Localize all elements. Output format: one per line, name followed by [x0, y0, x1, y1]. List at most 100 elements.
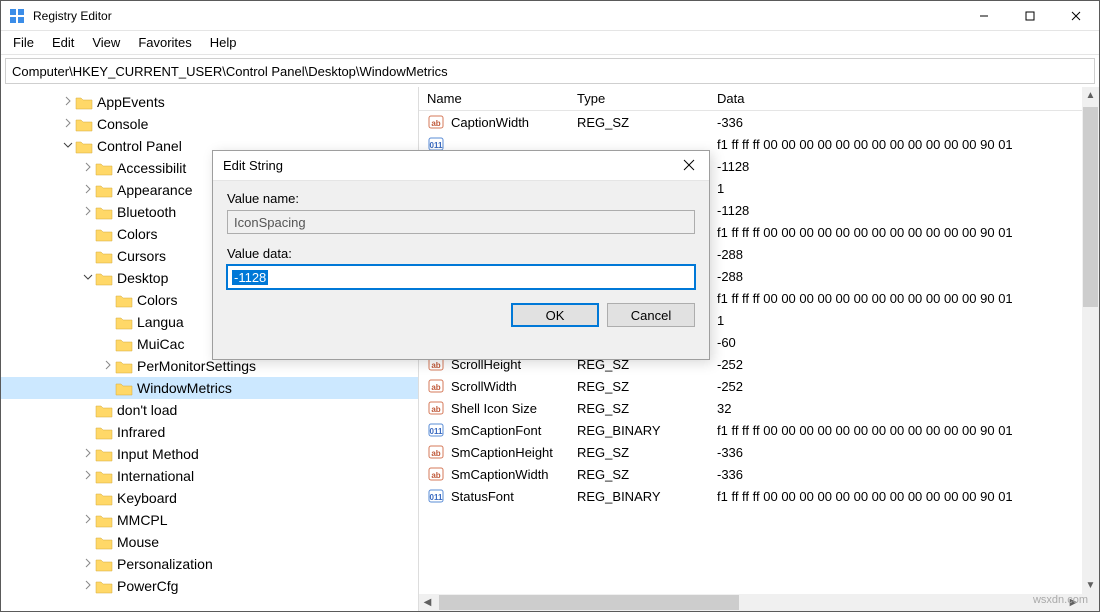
tree-label: Control Panel — [97, 138, 182, 154]
expand-icon[interactable] — [81, 184, 95, 197]
value-data: 1 — [709, 181, 1099, 196]
value-data: -1128 — [709, 159, 1099, 174]
horizontal-scrollbar[interactable]: ◀ ▶ — [419, 594, 1082, 611]
tree-label: Colors — [117, 226, 157, 242]
value-data: -336 — [709, 445, 1099, 460]
value-data: 1 — [709, 313, 1099, 328]
value-data: -288 — [709, 247, 1099, 262]
tree-item[interactable]: Console — [1, 113, 418, 135]
menubar: File Edit View Favorites Help — [1, 31, 1099, 55]
collapse-icon[interactable] — [81, 272, 95, 285]
header-type[interactable]: Type — [569, 91, 709, 106]
dialog-titlebar: Edit String — [213, 151, 709, 181]
tree-label: International — [117, 468, 194, 484]
tree-label: Input Method — [117, 446, 199, 462]
value-data: f1 ff ff ff 00 00 00 00 00 00 00 00 00 0… — [709, 423, 1099, 438]
svg-text:ab: ab — [431, 405, 440, 414]
dialog-buttons: OK Cancel — [227, 303, 695, 327]
value-data: f1 ff ff ff 00 00 00 00 00 00 00 00 00 0… — [709, 225, 1099, 240]
tree-label: PerMonitorSettings — [137, 358, 256, 374]
tree-item[interactable]: PowerCfg — [1, 575, 418, 597]
scroll-thumb-v[interactable] — [1083, 107, 1098, 307]
value-data: 32 — [709, 401, 1099, 416]
value-data-input[interactable]: -1128 — [227, 265, 695, 289]
value-data: f1 ff ff ff 00 00 00 00 00 00 00 00 00 0… — [709, 291, 1099, 306]
expand-icon[interactable] — [81, 514, 95, 527]
maximize-button[interactable] — [1007, 1, 1053, 31]
tree-item[interactable]: Input Method — [1, 443, 418, 465]
value-icon: ab — [427, 444, 447, 460]
ok-button[interactable]: OK — [511, 303, 599, 327]
expand-icon[interactable] — [61, 96, 75, 109]
menu-file[interactable]: File — [5, 33, 42, 52]
value-type: REG_SZ — [569, 115, 709, 130]
table-row[interactable]: abCaptionWidthREG_SZ-336 — [419, 111, 1099, 133]
table-row[interactable]: abScrollWidthREG_SZ-252 — [419, 375, 1099, 397]
address-bar[interactable]: Computer\HKEY_CURRENT_USER\Control Panel… — [5, 58, 1095, 84]
tree-label: MuiCac — [137, 336, 184, 352]
menu-view[interactable]: View — [84, 33, 128, 52]
tree-item[interactable]: Mouse — [1, 531, 418, 553]
tree-label: Console — [97, 116, 148, 132]
table-row[interactable]: 011SmCaptionFontREG_BINARYf1 ff ff ff 00… — [419, 419, 1099, 441]
tree-item[interactable]: MMCPL — [1, 509, 418, 531]
value-icon: 011 — [427, 488, 447, 504]
menu-help[interactable]: Help — [202, 33, 245, 52]
svg-text:ab: ab — [431, 449, 440, 458]
table-row[interactable]: abSmCaptionHeightREG_SZ-336 — [419, 441, 1099, 463]
expand-icon[interactable] — [81, 206, 95, 219]
scroll-up-arrow[interactable]: ▲ — [1082, 87, 1099, 104]
dialog-close-button[interactable] — [679, 158, 699, 174]
scroll-down-arrow[interactable]: ▼ — [1082, 577, 1099, 594]
expand-icon[interactable] — [101, 360, 115, 373]
tree-item[interactable]: Infrared — [1, 421, 418, 443]
tree-item[interactable]: AppEvents — [1, 91, 418, 113]
svg-text:011: 011 — [430, 493, 443, 502]
tree-item[interactable]: Personalization — [1, 553, 418, 575]
tree-label: Infrared — [117, 424, 165, 440]
tree-item[interactable]: International — [1, 465, 418, 487]
expand-icon[interactable] — [81, 162, 95, 175]
menu-favorites[interactable]: Favorites — [130, 33, 199, 52]
value-data: f1 ff ff ff 00 00 00 00 00 00 00 00 00 0… — [709, 489, 1099, 504]
tree-item[interactable]: Keyboard — [1, 487, 418, 509]
close-button[interactable] — [1053, 1, 1099, 31]
value-data-label: Value data: — [227, 246, 695, 261]
value-name-label: Value name: — [227, 191, 695, 206]
value-type: REG_BINARY — [569, 489, 709, 504]
expand-icon[interactable] — [61, 118, 75, 131]
tree-label: AppEvents — [97, 94, 165, 110]
expand-icon[interactable] — [81, 470, 95, 483]
titlebar: Registry Editor — [1, 1, 1099, 31]
value-type: REG_SZ — [569, 445, 709, 460]
tree-item[interactable]: WindowMetrics — [1, 377, 418, 399]
watermark: wsxdn.com — [1033, 594, 1088, 606]
scroll-thumb-h[interactable] — [439, 595, 739, 610]
list-header: Name Type Data — [419, 87, 1099, 111]
expand-icon[interactable] — [81, 448, 95, 461]
expand-icon[interactable] — [81, 580, 95, 593]
cancel-button[interactable]: Cancel — [607, 303, 695, 327]
minimize-button[interactable] — [961, 1, 1007, 31]
tree-label: Keyboard — [117, 490, 177, 506]
address-path: Computer\HKEY_CURRENT_USER\Control Panel… — [12, 64, 448, 79]
collapse-icon[interactable] — [61, 140, 75, 153]
value-data: -252 — [709, 379, 1099, 394]
value-type: REG_SZ — [569, 467, 709, 482]
svg-text:ab: ab — [431, 119, 440, 128]
header-data[interactable]: Data — [709, 91, 1099, 106]
table-row[interactable]: abSmCaptionWidthREG_SZ-336 — [419, 463, 1099, 485]
value-data: -336 — [709, 115, 1099, 130]
header-name[interactable]: Name — [419, 91, 569, 106]
expand-icon[interactable] — [81, 558, 95, 571]
value-data: -1128 — [709, 203, 1099, 218]
table-row[interactable]: abShell Icon SizeREG_SZ32 — [419, 397, 1099, 419]
value-data: -336 — [709, 467, 1099, 482]
scroll-left-arrow[interactable]: ◀ — [419, 597, 436, 608]
vertical-scrollbar[interactable]: ▲ ▼ — [1082, 87, 1099, 594]
table-row[interactable]: 011StatusFontREG_BINARYf1 ff ff ff 00 00… — [419, 485, 1099, 507]
tree-label: WindowMetrics — [137, 380, 232, 396]
tree-item[interactable]: don't load — [1, 399, 418, 421]
svg-text:ab: ab — [431, 471, 440, 480]
menu-edit[interactable]: Edit — [44, 33, 82, 52]
